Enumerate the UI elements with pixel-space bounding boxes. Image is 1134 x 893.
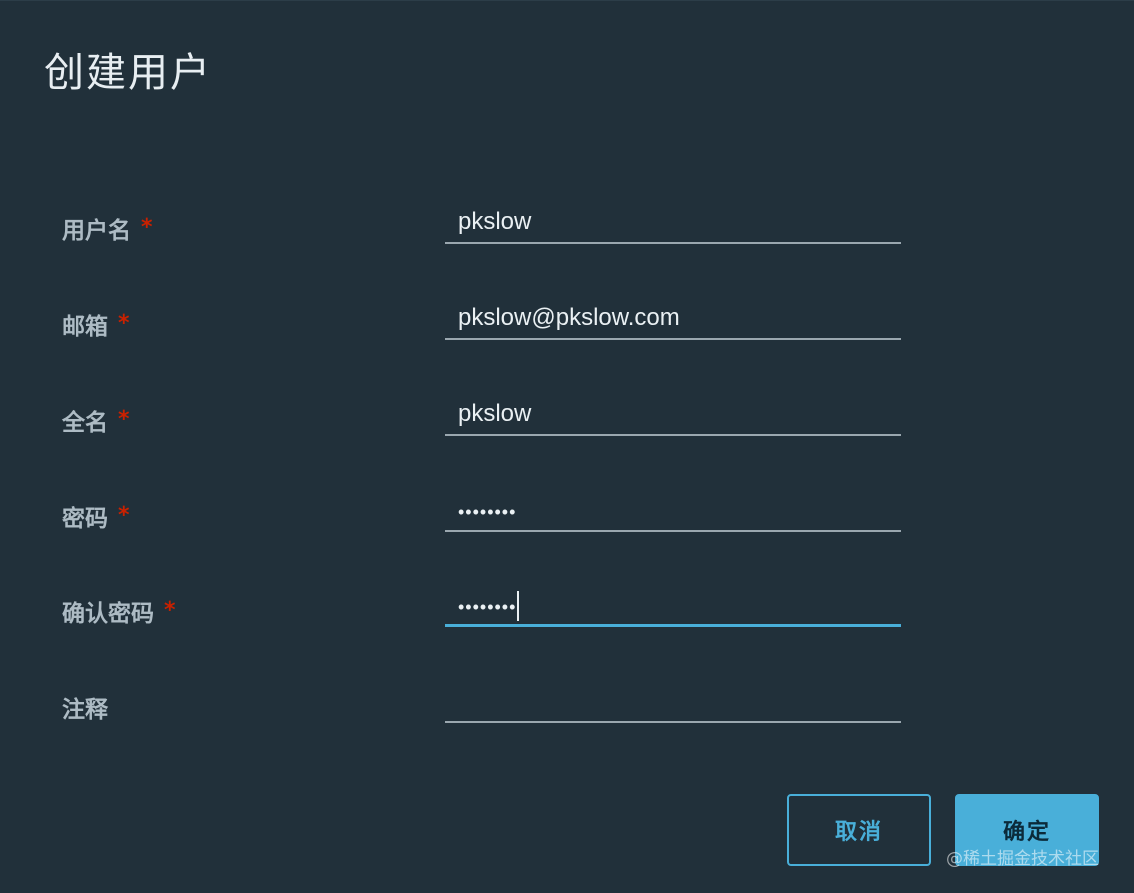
text-caret <box>517 591 520 622</box>
required-marker: * <box>118 503 130 528</box>
confirm-password-label: 确认密码 <box>62 601 154 627</box>
required-marker: * <box>118 311 130 336</box>
fullname-value: pkslow <box>458 400 532 427</box>
confirm-password-value-wrap: •••••••• <box>458 591 520 623</box>
email-label: 邮箱 <box>62 314 108 340</box>
confirm-password-value: •••••••• <box>458 597 517 617</box>
comments-label-wrap: 注释 <box>62 695 108 725</box>
username-value: pkslow <box>458 208 532 235</box>
username-input[interactable]: pkslow <box>445 204 901 244</box>
form-row-username: 用户名 * pkslow <box>0 208 1134 276</box>
confirm-password-input[interactable]: •••••••• <box>445 587 901 627</box>
fullname-input[interactable]: pkslow <box>445 396 901 436</box>
required-marker: * <box>164 598 176 623</box>
required-marker: * <box>141 215 153 240</box>
cancel-button[interactable]: 取消 <box>787 794 931 866</box>
password-value: •••••••• <box>458 502 517 522</box>
fullname-label: 全名 <box>62 410 108 436</box>
dialog-title: 创建用户 <box>44 50 212 96</box>
form-row-fullname: 全名 * pkslow <box>0 400 1134 468</box>
form-row-password: 密码 * •••••••• <box>0 502 1134 564</box>
form-row-confirm-password: 确认密码 * •••••••• <box>0 591 1134 659</box>
password-label-wrap: 密码 * <box>62 503 130 535</box>
email-value: pkslow@pkslow.com <box>458 304 680 331</box>
form-row-email: 邮箱 * pkslow@pkslow.com <box>0 304 1134 372</box>
fullname-label-wrap: 全名 * <box>62 407 130 439</box>
email-input[interactable]: pkslow@pkslow.com <box>445 300 901 340</box>
create-user-dialog: 创建用户 用户名 * pkslow 邮箱 * pkslow@pkslow.com 全… <box>0 0 1134 893</box>
password-input[interactable]: •••••••• <box>445 492 901 532</box>
required-marker: * <box>118 407 130 432</box>
confirm-password-label-wrap: 确认密码 * <box>62 598 176 630</box>
watermark: @稀土掘金技术社区 <box>946 849 1099 869</box>
comments-label: 注释 <box>62 697 108 723</box>
username-label-wrap: 用户名 * <box>62 215 153 247</box>
email-label-wrap: 邮箱 * <box>62 311 130 343</box>
username-label: 用户名 <box>62 218 131 244</box>
comments-input[interactable] <box>445 683 901 723</box>
form-row-comments: 注释 <box>0 695 1134 755</box>
password-label: 密码 <box>62 506 108 532</box>
